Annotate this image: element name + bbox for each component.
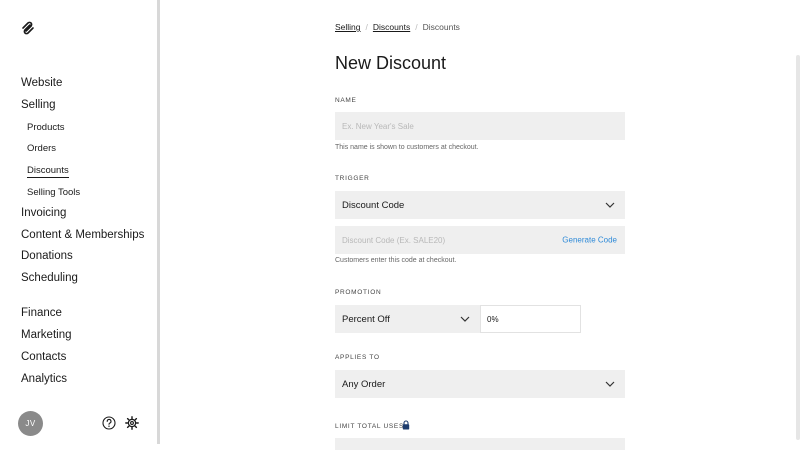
promotion-type-select[interactable]: Percent Off: [335, 305, 480, 333]
sidebar-item-donations[interactable]: Donations: [21, 250, 73, 262]
sidebar-item-contacts[interactable]: Contacts: [21, 351, 66, 363]
name-help-text: This name is shown to customers at check…: [335, 144, 479, 151]
sidebar: Website Selling Products Orders Discount…: [0, 0, 157, 450]
sidebar-item-content-memberships[interactable]: Content & Memberships: [21, 229, 144, 241]
breadcrumb-selling[interactable]: Selling: [335, 22, 361, 32]
name-input[interactable]: [342, 121, 618, 131]
breadcrumb-current: Discounts: [422, 22, 460, 32]
sidebar-sub-orders[interactable]: Orders: [27, 143, 56, 154]
gear-icon[interactable]: [125, 416, 139, 430]
help-icon[interactable]: [102, 416, 116, 430]
sidebar-item-analytics[interactable]: Analytics: [21, 373, 67, 385]
trigger-select-value: Discount Code: [342, 199, 405, 211]
sidebar-item-selling[interactable]: Selling: [21, 99, 56, 111]
name-field[interactable]: [335, 112, 625, 140]
applies-to-label: APPLIES TO: [335, 354, 380, 361]
chevron-down-icon: [605, 202, 615, 208]
sidebar-item-website[interactable]: Website: [21, 77, 62, 89]
breadcrumb-discounts[interactable]: Discounts: [373, 22, 410, 32]
sidebar-divider[interactable]: [157, 0, 160, 444]
sidebar-item-invoicing[interactable]: Invoicing: [21, 207, 66, 219]
limit-total-uses-label: LIMIT TOTAL USES: [335, 423, 404, 430]
sidebar-sub-selling-tools[interactable]: Selling Tools: [27, 187, 80, 198]
breadcrumb-separator: /: [365, 22, 368, 32]
trigger-help-text: Customers enter this code at checkout.: [335, 257, 457, 264]
lock-icon: [402, 420, 410, 430]
chevron-down-icon: [605, 381, 615, 387]
limit-total-uses-field[interactable]: [335, 438, 625, 450]
promotion-label: PROMOTION: [335, 289, 382, 296]
trigger-select[interactable]: Discount Code: [335, 191, 625, 219]
page-title: New Discount: [335, 53, 447, 73]
sidebar-sub-products[interactable]: Products: [27, 122, 65, 133]
chevron-down-icon: [460, 316, 470, 322]
trigger-label: TRIGGER: [335, 175, 370, 182]
squarespace-logo-icon[interactable]: [20, 20, 36, 36]
applies-to-value: Any Order: [342, 378, 386, 390]
discount-code-field[interactable]: Generate Code: [335, 226, 625, 254]
scrollbar[interactable]: [796, 55, 800, 440]
sidebar-sub-discounts[interactable]: Discounts: [27, 165, 69, 178]
sidebar-item-finance[interactable]: Finance: [21, 307, 62, 319]
name-label: NAME: [335, 97, 357, 104]
avatar[interactable]: JV: [18, 411, 43, 436]
sidebar-item-scheduling[interactable]: Scheduling: [21, 272, 78, 284]
discount-code-input[interactable]: [342, 235, 542, 245]
breadcrumb: Selling / Discounts / Discounts: [335, 22, 460, 32]
sidebar-item-marketing[interactable]: Marketing: [21, 329, 72, 341]
promotion-type-value: Percent Off: [342, 313, 390, 325]
breadcrumb-separator: /: [415, 22, 418, 32]
promotion-amount-input[interactable]: 0%: [480, 305, 581, 333]
applies-to-select[interactable]: Any Order: [335, 370, 625, 398]
generate-code-button[interactable]: Generate Code: [562, 236, 617, 245]
